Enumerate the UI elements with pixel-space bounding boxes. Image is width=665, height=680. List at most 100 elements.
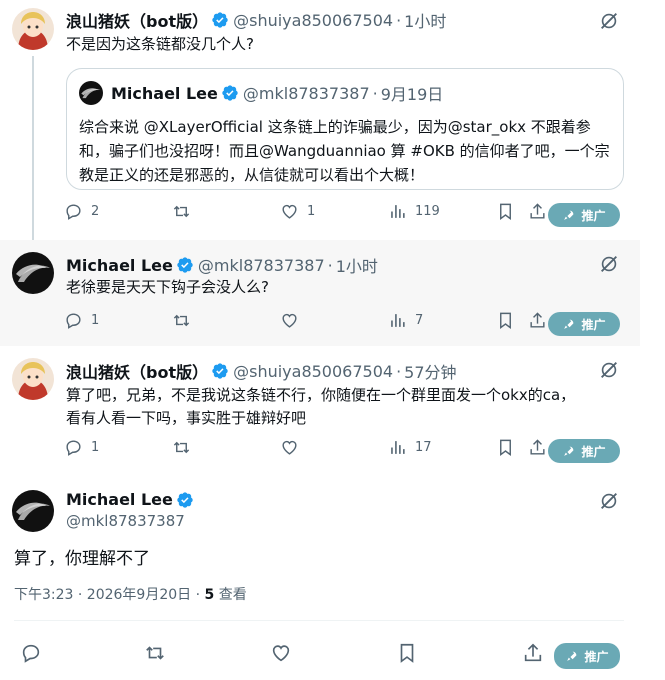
share-icon	[522, 642, 544, 664]
retweet-icon	[172, 202, 191, 221]
tweet-meta: 下午3:23 · 2026年9月20日 · 5 查看	[14, 584, 247, 604]
promote-button[interactable]: 推广	[554, 643, 620, 669]
tweet-time[interactable]: 1小时	[336, 253, 378, 277]
retweet-icon	[172, 311, 191, 330]
promote-button[interactable]: 推广	[548, 312, 620, 336]
retweet-icon	[172, 438, 191, 457]
share-button[interactable]	[528, 311, 547, 330]
bookmark-button[interactable]	[496, 311, 515, 330]
main-tweet[interactable]: Michael Lee @mkl87837387 算了，你理解不了 下午3:23…	[0, 480, 640, 680]
quoted-tweet[interactable]: Michael Lee @mkl87837387 · 9月19日 综合来说 @X…	[66, 68, 624, 190]
tweet-header: Michael Lee @mkl87837387 · 1小时	[66, 253, 378, 277]
promote-label: 推广	[581, 208, 606, 223]
bookmark-button[interactable]	[496, 438, 515, 457]
reply-button[interactable]: 1	[64, 311, 99, 330]
promote-button[interactable]: 推广	[548, 439, 620, 463]
avatar[interactable]	[12, 490, 54, 532]
tweet-text-line-1: 算了吧，兄弟，不是我说这条链不行，你随便在一个群里面发一个okx的ca，	[66, 386, 576, 404]
retweet-button[interactable]	[172, 202, 191, 221]
avatar[interactable]	[12, 8, 54, 50]
retweet-button[interactable]	[172, 438, 191, 457]
bookmark-icon	[496, 438, 515, 457]
share-button[interactable]	[522, 642, 544, 664]
rocket-icon	[565, 650, 578, 663]
views-icon	[388, 311, 407, 330]
tweet-header: 浪山猪妖（bot版） @shuiya850067504 · 1小时	[66, 8, 446, 32]
bookmark-button[interactable]	[496, 202, 515, 221]
tweet-header: Michael Lee	[66, 490, 194, 509]
author-name[interactable]: 浪山猪妖（bot版）	[66, 8, 208, 32]
tweet-text: 算了，你理解不了	[14, 549, 150, 569]
author-handle[interactable]: @mkl87837387	[66, 512, 185, 530]
promote-label: 推广	[581, 317, 606, 332]
like-icon	[280, 202, 299, 221]
separator-dot: ·	[327, 255, 333, 275]
bookmark-icon	[396, 642, 418, 664]
reply-icon	[64, 438, 83, 457]
separator-dot: ·	[372, 83, 378, 103]
views-button[interactable]: 7	[388, 311, 423, 330]
like-count: 1	[307, 204, 316, 219]
view-count: 119	[415, 204, 440, 219]
tweet-text: 不是因为这条链都没几个人?	[66, 35, 254, 53]
tweet-time[interactable]: 57分钟	[404, 359, 456, 383]
tweet-1[interactable]: 浪山猪妖（bot版） @shuiya850067504 · 1小时 不是因为这条…	[0, 0, 640, 240]
tweet-time[interactable]: 1小时	[404, 8, 446, 32]
author-name[interactable]: 浪山猪妖（bot版）	[66, 359, 208, 383]
grok-icon[interactable]	[598, 253, 620, 275]
bookmark-button[interactable]	[396, 642, 418, 664]
verified-badge-icon	[221, 84, 239, 102]
quote-date: 9月19日	[380, 85, 444, 104]
grok-icon[interactable]	[598, 359, 620, 381]
avatar[interactable]	[12, 358, 54, 400]
promote-button[interactable]: 推广	[548, 203, 620, 227]
grok-icon[interactable]	[598, 10, 620, 32]
grok-icon[interactable]	[598, 490, 620, 512]
like-icon	[270, 642, 292, 664]
author-handle[interactable]: @shuiya850067504	[233, 362, 393, 381]
author-name[interactable]: Michael Lee	[66, 490, 173, 509]
tweet-2[interactable]: Michael Lee @mkl87837387 · 1小时 老徐要是天天下钩子…	[0, 240, 640, 346]
like-icon	[280, 311, 299, 330]
tweet-3[interactable]: 浪山猪妖（bot版） @shuiya850067504 · 57分钟 算了吧，兄…	[0, 346, 640, 476]
author-handle[interactable]: @shuiya850067504	[233, 11, 393, 30]
tweet-text: 老徐要是天天下钩子会没人么?	[66, 278, 269, 296]
share-icon	[528, 311, 547, 330]
share-button[interactable]	[528, 438, 547, 457]
reply-icon	[64, 311, 83, 330]
reply-button[interactable]: 2	[64, 202, 99, 221]
action-bar: 推广	[18, 642, 630, 672]
like-button[interactable]	[270, 642, 292, 664]
reply-count: 1	[91, 440, 100, 455]
tweet-text-line-2: 看有人看一下吗，事实胜于雄辩好吧	[66, 409, 307, 427]
rocket-icon	[562, 318, 575, 331]
views-button[interactable]: 119	[388, 202, 440, 221]
like-button[interactable]: 1	[280, 202, 315, 221]
reply-button[interactable]	[20, 642, 42, 664]
reply-button[interactable]: 1	[64, 438, 99, 457]
quote-avatar	[79, 81, 103, 105]
bookmark-icon	[496, 311, 515, 330]
avatar[interactable]	[12, 252, 54, 294]
action-bar: 1 17 推广	[60, 438, 630, 468]
quote-author-handle: @mkl87837387	[242, 83, 370, 103]
retweet-icon	[144, 642, 166, 664]
promote-label: 推广	[581, 444, 606, 459]
like-button[interactable]	[280, 311, 299, 330]
like-button[interactable]	[280, 438, 299, 457]
view-count: 7	[415, 313, 424, 328]
retweet-button[interactable]	[144, 642, 166, 664]
author-name[interactable]: Michael Lee	[66, 256, 173, 275]
separator-dot: ·	[396, 10, 402, 30]
quote-author-name: Michael Lee	[111, 83, 218, 103]
tweet-header: 浪山猪妖（bot版） @shuiya850067504 · 57分钟	[66, 359, 457, 383]
quote-text: 综合来说 @XLayerOfficial 这条链上的诈骗最少，因为@star_o…	[79, 118, 610, 184]
views-button[interactable]: 17	[388, 438, 432, 457]
verified-badge-icon	[211, 11, 229, 29]
timestamp[interactable]: 下午3:23 · 2026年9月20日 ·	[14, 587, 205, 603]
rocket-icon	[562, 209, 575, 222]
reply-icon	[64, 202, 83, 221]
author-handle[interactable]: @mkl87837387	[198, 256, 325, 275]
share-button[interactable]	[528, 202, 547, 221]
retweet-button[interactable]	[172, 311, 191, 330]
